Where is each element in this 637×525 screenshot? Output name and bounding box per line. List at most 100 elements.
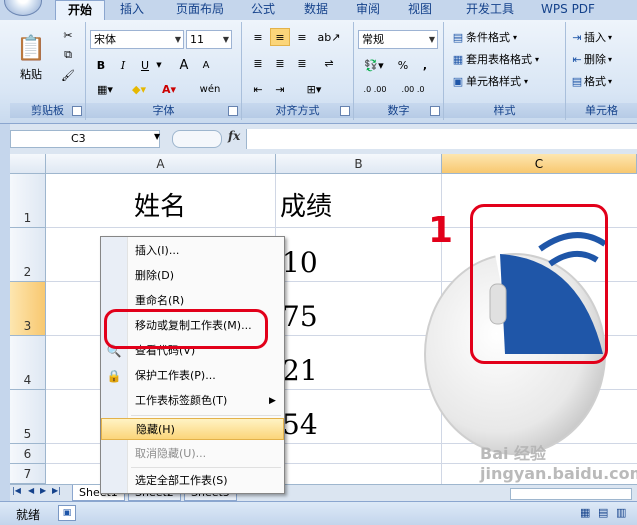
menu-item-delete[interactable]: 删除(D): [101, 265, 284, 287]
column-header-b[interactable]: B: [276, 154, 442, 174]
merge-center-icon[interactable]: ⊞▾: [296, 80, 332, 98]
increase-decimal-button[interactable]: .0 .00: [360, 80, 390, 98]
number-launcher-icon[interactable]: [430, 106, 440, 116]
align-bottom-icon[interactable]: ≡: [292, 28, 312, 46]
currency-icon[interactable]: 💱▾: [360, 56, 388, 74]
insert-cells-button[interactable]: ⇥ 插入 ▾: [570, 28, 634, 46]
cell-b1: 成绩: [280, 192, 333, 222]
last-sheet-icon[interactable]: ▶|: [52, 486, 61, 495]
styles-group: ▤ 条件格式 ▾ ▦ 套用表格格式 ▾ ▣ 单元格样式 ▾ 样式: [444, 22, 566, 120]
increase-indent-icon[interactable]: ⇥: [270, 80, 290, 98]
alignment-group: ≡ ≡ ≡ ab↗ ≣ ≣ ≣ ⇌ ⇤ ⇥ ⊞▾ 对齐方式: [242, 22, 354, 120]
orientation-icon[interactable]: ab↗: [318, 28, 341, 46]
paste-button[interactable]: 📋: [14, 26, 48, 70]
number-format-combo[interactable]: 常规 ▼: [358, 30, 438, 49]
next-sheet-icon[interactable]: ▶: [40, 486, 46, 495]
annotation-box-1: [470, 204, 608, 364]
first-sheet-icon[interactable]: |◀: [12, 486, 21, 495]
protect-sheet-icon: 🔒: [106, 369, 122, 383]
tab-home[interactable]: 开始: [55, 0, 105, 21]
menu-item-select-all-sheets[interactable]: 选定全部工作表(S): [101, 470, 284, 492]
format-as-table-button[interactable]: ▦ 套用表格格式 ▾: [450, 50, 566, 68]
prev-sheet-icon[interactable]: ◀: [28, 486, 34, 495]
grow-font-button[interactable]: A: [174, 56, 194, 74]
format-painter-icon[interactable]: 🖌: [58, 66, 78, 84]
formula-input[interactable]: [246, 129, 637, 149]
underline-dropdown-icon[interactable]: ▼: [154, 56, 164, 74]
decrease-decimal-button[interactable]: .00 .0: [398, 80, 428, 98]
tab-insert[interactable]: 插入: [110, 0, 154, 20]
row-header-6[interactable]: 6: [10, 444, 46, 464]
fill-color-icon[interactable]: ◆▾: [126, 80, 152, 98]
tab-developer[interactable]: 开发工具: [455, 0, 525, 20]
name-box-dropdown-icon[interactable]: ▼: [154, 132, 160, 141]
clipboard-launcher-icon[interactable]: [72, 106, 82, 116]
copy-icon[interactable]: ⧉: [58, 46, 78, 64]
tab-page-layout[interactable]: 页面布局: [165, 0, 235, 20]
phonetic-button[interactable]: wén: [194, 80, 226, 98]
tab-review[interactable]: 审阅: [348, 0, 388, 20]
decrease-indent-icon[interactable]: ⇤: [248, 80, 268, 98]
font-color-icon[interactable]: A▾: [156, 80, 182, 98]
select-all-corner[interactable]: [10, 154, 46, 174]
alignment-launcher-icon[interactable]: [340, 106, 350, 116]
italic-button[interactable]: I: [114, 56, 132, 74]
percent-button[interactable]: %: [394, 56, 412, 74]
submenu-arrow-icon: ▶: [269, 396, 276, 406]
normal-view-icon[interactable]: ▦: [580, 506, 590, 519]
delete-cells-button[interactable]: ⇤ 删除 ▾: [570, 50, 634, 68]
format-cells-icon: ▤: [571, 74, 583, 88]
align-left-icon[interactable]: ≣: [248, 54, 268, 72]
name-box[interactable]: C3: [10, 130, 160, 148]
format-cells-button[interactable]: ▤ 格式 ▾: [570, 72, 634, 90]
font-name-combo[interactable]: 宋体 ▼: [90, 30, 184, 49]
window-left-edge: [0, 124, 10, 501]
comma-button[interactable]: ,: [416, 56, 434, 74]
horizontal-scrollbar[interactable]: [510, 488, 632, 500]
office-button[interactable]: [4, 0, 42, 16]
cells-group-label: 单元格: [566, 103, 637, 118]
tab-view[interactable]: 视图: [400, 0, 440, 20]
page-layout-view-icon[interactable]: ▤: [598, 506, 608, 519]
tab-formulas[interactable]: 公式: [243, 0, 283, 20]
bold-button[interactable]: B: [92, 56, 110, 74]
row-header-4[interactable]: 4: [10, 336, 46, 390]
row-header-5[interactable]: 5: [10, 390, 46, 444]
column-header-a[interactable]: A: [46, 154, 276, 174]
cut-icon[interactable]: ✂: [58, 26, 78, 44]
tab-data[interactable]: 数据: [296, 0, 336, 20]
format-as-table-label: 套用表格格式: [466, 53, 532, 66]
font-launcher-icon[interactable]: [228, 106, 238, 116]
font-group-label: 字体: [86, 103, 241, 118]
row-header-7[interactable]: 7: [10, 464, 46, 484]
menu-item-hide[interactable]: 隐藏(H): [101, 418, 284, 440]
insert-function-icon[interactable]: fx: [228, 129, 240, 143]
conditional-format-icon: ▤: [452, 30, 464, 44]
menu-item-protect-sheet[interactable]: 🔒 保护工作表(P)...: [101, 365, 284, 387]
conditional-format-button[interactable]: ▤ 条件格式 ▾: [450, 28, 560, 46]
row-header-1[interactable]: 1: [10, 174, 46, 228]
row-header-2[interactable]: 2: [10, 228, 46, 282]
tab-wps-pdf[interactable]: WPS PDF: [533, 0, 603, 20]
borders-icon[interactable]: ▦▾: [92, 80, 118, 98]
align-middle-icon[interactable]: ≡: [270, 28, 290, 46]
page-break-view-icon[interactable]: ▥: [616, 506, 626, 519]
cell-styles-button[interactable]: ▣ 单元格样式 ▾: [450, 72, 560, 90]
font-group: 宋体 ▼ 11 ▼ B I U ▼ A A ▦▾ ◆▾ A▾ wén 字体: [86, 22, 242, 120]
cell-styles-icon: ▣: [452, 74, 464, 88]
sheet-tab-context-menu: 插入(I)... 删除(D) 重命名(R) 移动或复制工作表(M)... 🔍 查…: [100, 236, 285, 494]
formula-bar-splitter[interactable]: [172, 130, 222, 148]
shrink-font-button[interactable]: A: [196, 56, 216, 74]
macro-record-icon[interactable]: ▣: [58, 505, 76, 521]
menu-item-tab-color[interactable]: 工作表标签颜色(T) ▶: [101, 390, 284, 412]
row-header-3[interactable]: 3: [10, 282, 46, 336]
font-size-combo[interactable]: 11 ▼: [186, 30, 232, 49]
align-center-icon[interactable]: ≣: [270, 54, 290, 72]
wrap-text-icon[interactable]: ⇌: [318, 54, 340, 72]
align-right-icon[interactable]: ≣: [292, 54, 312, 72]
underline-button[interactable]: U: [136, 56, 154, 74]
column-header-c[interactable]: C: [442, 154, 637, 174]
align-top-icon[interactable]: ≡: [248, 28, 268, 46]
menu-item-insert[interactable]: 插入(I)...: [101, 240, 284, 262]
delete-cells-label: 删除: [584, 53, 606, 66]
